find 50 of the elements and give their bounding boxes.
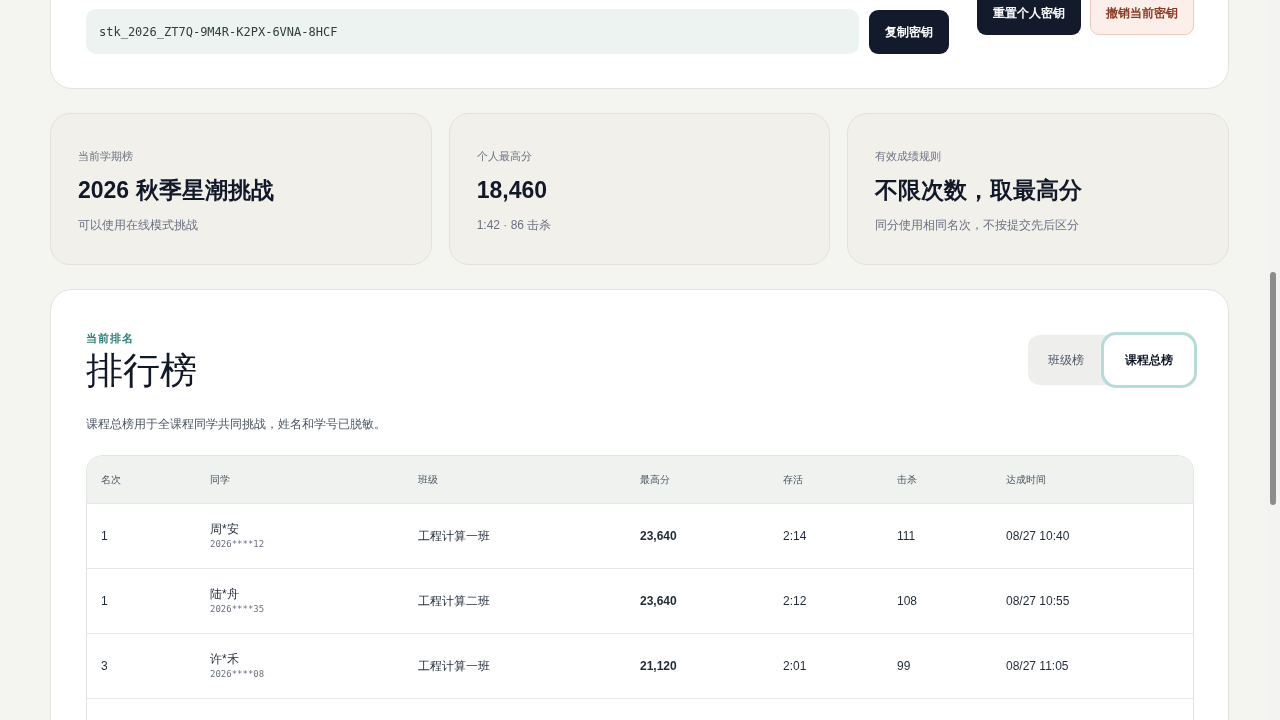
leaderboard-tab[interactable]: 班级榜	[1028, 335, 1104, 385]
survival-cell-text: 2:14	[783, 527, 808, 545]
column-header: 班级	[418, 472, 439, 487]
section-eyebrow: 当前排名	[86, 331, 135, 346]
score-cell-text: 23,640	[640, 527, 678, 545]
key-field[interactable]: stk_2026_ZT7Q-9M4R-K2PX-6VNA-8HCF	[86, 9, 859, 54]
stat-value: 2026 秋季星潮挑战	[78, 176, 275, 205]
stat-label: 个人最高分	[476, 149, 533, 164]
student-name: 许*禾	[210, 651, 240, 669]
scrollbar-thumb[interactable]	[1270, 272, 1276, 505]
kills-cell-text: 111	[897, 527, 917, 545]
student-name: 周*安	[210, 521, 240, 539]
leaderboard-title: 排行榜	[86, 348, 197, 393]
student-id: 2026****08	[210, 668, 266, 682]
stat-label: 有效成绩规则	[875, 149, 943, 164]
stat-label: 当前学期榜	[78, 149, 134, 164]
survival-cell-text: 2:12	[783, 592, 808, 610]
student-id: 2026****35	[210, 603, 266, 617]
stat-note: 同分使用相同名次，不按提交先后区分	[875, 217, 1081, 235]
column-header: 名次	[101, 472, 122, 487]
score-cell-text: 21,120	[640, 657, 678, 675]
rank-cell-text: 1	[101, 592, 109, 610]
column-header: 击杀	[897, 472, 918, 487]
survival-cell-text: 2:01	[783, 657, 808, 675]
stat-value: 18,460	[476, 176, 548, 205]
column-header: 达成时间	[1006, 472, 1047, 487]
stat-value: 不限次数，取最高分	[875, 176, 1084, 205]
time-cell-text: 08/27 10:40	[1006, 527, 1071, 545]
revoke-key-button[interactable]: 撤销当前密钥	[1090, 0, 1194, 35]
rank-cell-text: 1	[101, 527, 109, 545]
class-cell-text: 工程计算一班	[418, 657, 491, 675]
time-cell-text: 08/27 11:05	[1006, 657, 1070, 675]
time-cell-text: 08/27 10:55	[1006, 592, 1071, 610]
stat-note: 可以使用在线模式挑战	[78, 217, 199, 235]
leaderboard-description: 课程总榜用于全课程同学共同挑战，姓名和学号已脱敏。	[86, 415, 387, 433]
score-cell-text: 23,640	[640, 592, 678, 610]
leaderboard-tab[interactable]: 课程总榜	[1104, 335, 1194, 385]
kills-cell-text: 108	[897, 592, 919, 610]
student-id: 2026****12	[210, 538, 266, 552]
class-cell-text: 工程计算一班	[418, 527, 491, 545]
student-name: 陆*舟	[210, 586, 240, 604]
copy-key-button[interactable]: 复制密钥	[869, 10, 949, 54]
rank-cell-text: 3	[101, 657, 109, 675]
class-cell-text: 工程计算二班	[418, 592, 491, 610]
column-header: 存活	[783, 472, 804, 487]
reset-key-button[interactable]: 重置个人密钥	[977, 0, 1081, 35]
stat-note: 1:42 · 86 击杀	[476, 217, 553, 235]
kills-cell-text: 99	[897, 657, 912, 675]
column-header: 最高分	[640, 472, 671, 487]
column-header: 同学	[210, 472, 231, 487]
